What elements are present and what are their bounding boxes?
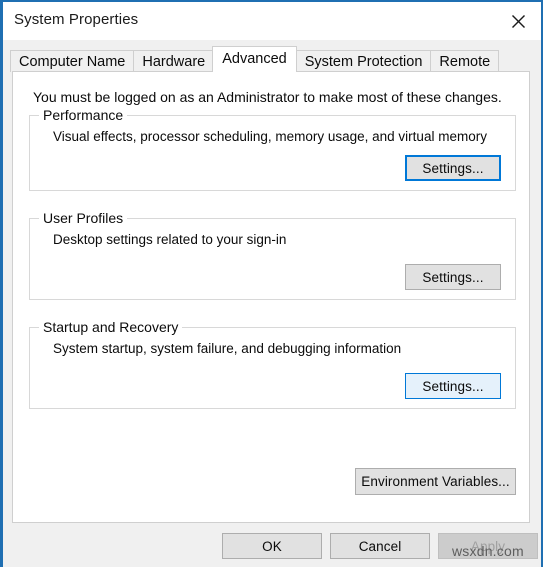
watermark-text: wsxdn.com [452,543,524,559]
window-border-left [0,0,3,567]
environment-variables-button[interactable]: Environment Variables... [355,468,516,495]
startup-recovery-group: Startup and Recovery System startup, sys… [29,319,516,409]
startup-recovery-description: System startup, system failure, and debu… [53,341,402,356]
user-profiles-group: User Profiles Desktop settings related t… [29,210,516,300]
close-button[interactable] [495,2,541,40]
ok-button[interactable]: OK [222,533,322,559]
tab-strip: Computer Name Hardware Advanced System P… [10,46,500,72]
performance-group-label: Performance [39,107,128,123]
startup-recovery-settings-button[interactable]: Settings... [405,373,501,399]
close-icon [511,14,526,29]
cancel-button[interactable]: Cancel [330,533,430,559]
tab-remote[interactable]: Remote [430,50,500,72]
performance-settings-button[interactable]: Settings... [405,155,501,181]
user-profiles-description: Desktop settings related to your sign-in [53,232,287,247]
tab-advanced[interactable]: Advanced [212,46,297,72]
advanced-tab-panel: You must be logged on as an Administrato… [12,71,530,523]
performance-description: Visual effects, processor scheduling, me… [53,129,487,144]
user-profiles-group-label: User Profiles [39,210,128,226]
tab-system-protection[interactable]: System Protection [295,50,432,72]
performance-group: Performance Visual effects, processor sc… [29,107,516,191]
administrator-note: You must be logged on as an Administrato… [33,89,502,105]
user-profiles-settings-button[interactable]: Settings... [405,264,501,290]
startup-recovery-group-label: Startup and Recovery [39,319,183,335]
title-bar[interactable]: System Properties [3,2,541,40]
tab-hardware[interactable]: Hardware [133,50,215,72]
window-title: System Properties [14,11,139,28]
system-properties-window: System Properties Computer Name Hardware… [0,0,543,567]
tab-computer-name[interactable]: Computer Name [10,50,135,72]
